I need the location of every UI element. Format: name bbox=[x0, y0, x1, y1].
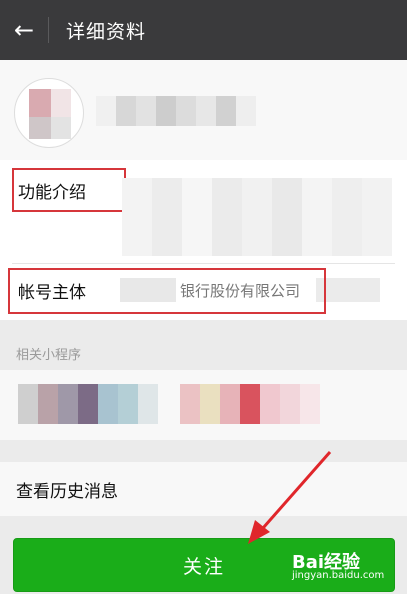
blur-tile bbox=[332, 204, 362, 230]
avatar-mosaic bbox=[51, 89, 71, 117]
blur-tile bbox=[212, 204, 242, 230]
blur-tile bbox=[136, 96, 156, 126]
blur-tile bbox=[300, 384, 320, 424]
blur-tile bbox=[152, 178, 182, 204]
blur-tile bbox=[272, 204, 302, 230]
avatar-mosaic bbox=[51, 117, 71, 139]
avatar-mosaic bbox=[29, 117, 51, 139]
intro-text-blurred bbox=[122, 178, 392, 256]
mini-program-icons-blurred bbox=[18, 384, 158, 424]
blur-tile bbox=[216, 96, 236, 126]
blur-tile bbox=[302, 178, 332, 204]
profile-card bbox=[0, 60, 407, 160]
title-bar: ← 详细资料 bbox=[0, 0, 407, 60]
watermark-url: jingyan.baidu.com bbox=[292, 570, 385, 581]
blur-tile bbox=[302, 230, 332, 256]
blur-tile bbox=[122, 230, 152, 256]
blur-tile bbox=[98, 384, 118, 424]
blur-tile bbox=[272, 178, 302, 204]
blur-tile bbox=[272, 230, 302, 256]
intro-highlight-box bbox=[12, 168, 126, 212]
avatar[interactable] bbox=[14, 78, 84, 148]
row-divider bbox=[12, 263, 395, 264]
blur-tile bbox=[236, 96, 256, 126]
blur-tile bbox=[200, 384, 220, 424]
blur-tile bbox=[116, 96, 136, 126]
mini-program-icons-blurred bbox=[180, 384, 320, 424]
blur-tile bbox=[212, 230, 242, 256]
history-messages-item[interactable]: 查看历史消息 bbox=[0, 462, 407, 516]
blur-tile bbox=[152, 230, 182, 256]
mini-programs-card[interactable] bbox=[0, 370, 407, 440]
blur-tile bbox=[176, 96, 196, 126]
blur-tile bbox=[156, 96, 176, 126]
blur-tile bbox=[58, 384, 78, 424]
mini-programs-section-label: 相关小程序 bbox=[16, 348, 82, 363]
follow-button-label: 关注 bbox=[182, 555, 225, 578]
blur-tile bbox=[78, 384, 98, 424]
avatar-mosaic bbox=[29, 89, 51, 117]
blur-tile bbox=[280, 384, 300, 424]
blur-tile bbox=[182, 178, 212, 204]
blur-tile bbox=[182, 204, 212, 230]
account-name-blurred bbox=[96, 96, 256, 126]
blur-tile bbox=[362, 230, 392, 256]
back-button[interactable]: ← bbox=[0, 0, 48, 60]
blur-tile bbox=[118, 384, 138, 424]
blur-tile bbox=[180, 384, 200, 424]
blur-tile bbox=[332, 178, 362, 204]
blur-tile bbox=[182, 230, 212, 256]
blur-tile bbox=[138, 384, 158, 424]
blur-tile bbox=[212, 178, 242, 204]
blur-tile bbox=[152, 204, 182, 230]
blur-tile bbox=[240, 384, 260, 424]
blur-tile bbox=[220, 384, 240, 424]
blur-tile bbox=[362, 178, 392, 204]
arrow-left-icon: ← bbox=[13, 16, 35, 44]
blur-tile bbox=[196, 96, 216, 126]
blur-tile bbox=[18, 384, 38, 424]
blur-tile bbox=[332, 230, 362, 256]
blur-tile bbox=[260, 384, 280, 424]
page-title: 详细资料 bbox=[66, 20, 147, 43]
blur-tile bbox=[242, 178, 272, 204]
blur-tile bbox=[122, 204, 152, 230]
blur-tile bbox=[362, 204, 392, 230]
info-card: 功能介绍 帐号主体 银行股份有限公司 bbox=[0, 160, 407, 320]
blur-tile bbox=[242, 230, 272, 256]
history-messages-label: 查看历史消息 bbox=[16, 481, 118, 502]
blur-tile bbox=[38, 384, 58, 424]
owner-highlight-box bbox=[8, 268, 326, 314]
blur-tile bbox=[96, 96, 116, 126]
blur-tile bbox=[242, 204, 272, 230]
baidu-jingyan-watermark: Bai经验 jingyan.baidu.com bbox=[292, 548, 392, 588]
header-divider bbox=[48, 17, 49, 43]
blur-tile bbox=[302, 204, 332, 230]
blur-tile bbox=[122, 178, 152, 204]
